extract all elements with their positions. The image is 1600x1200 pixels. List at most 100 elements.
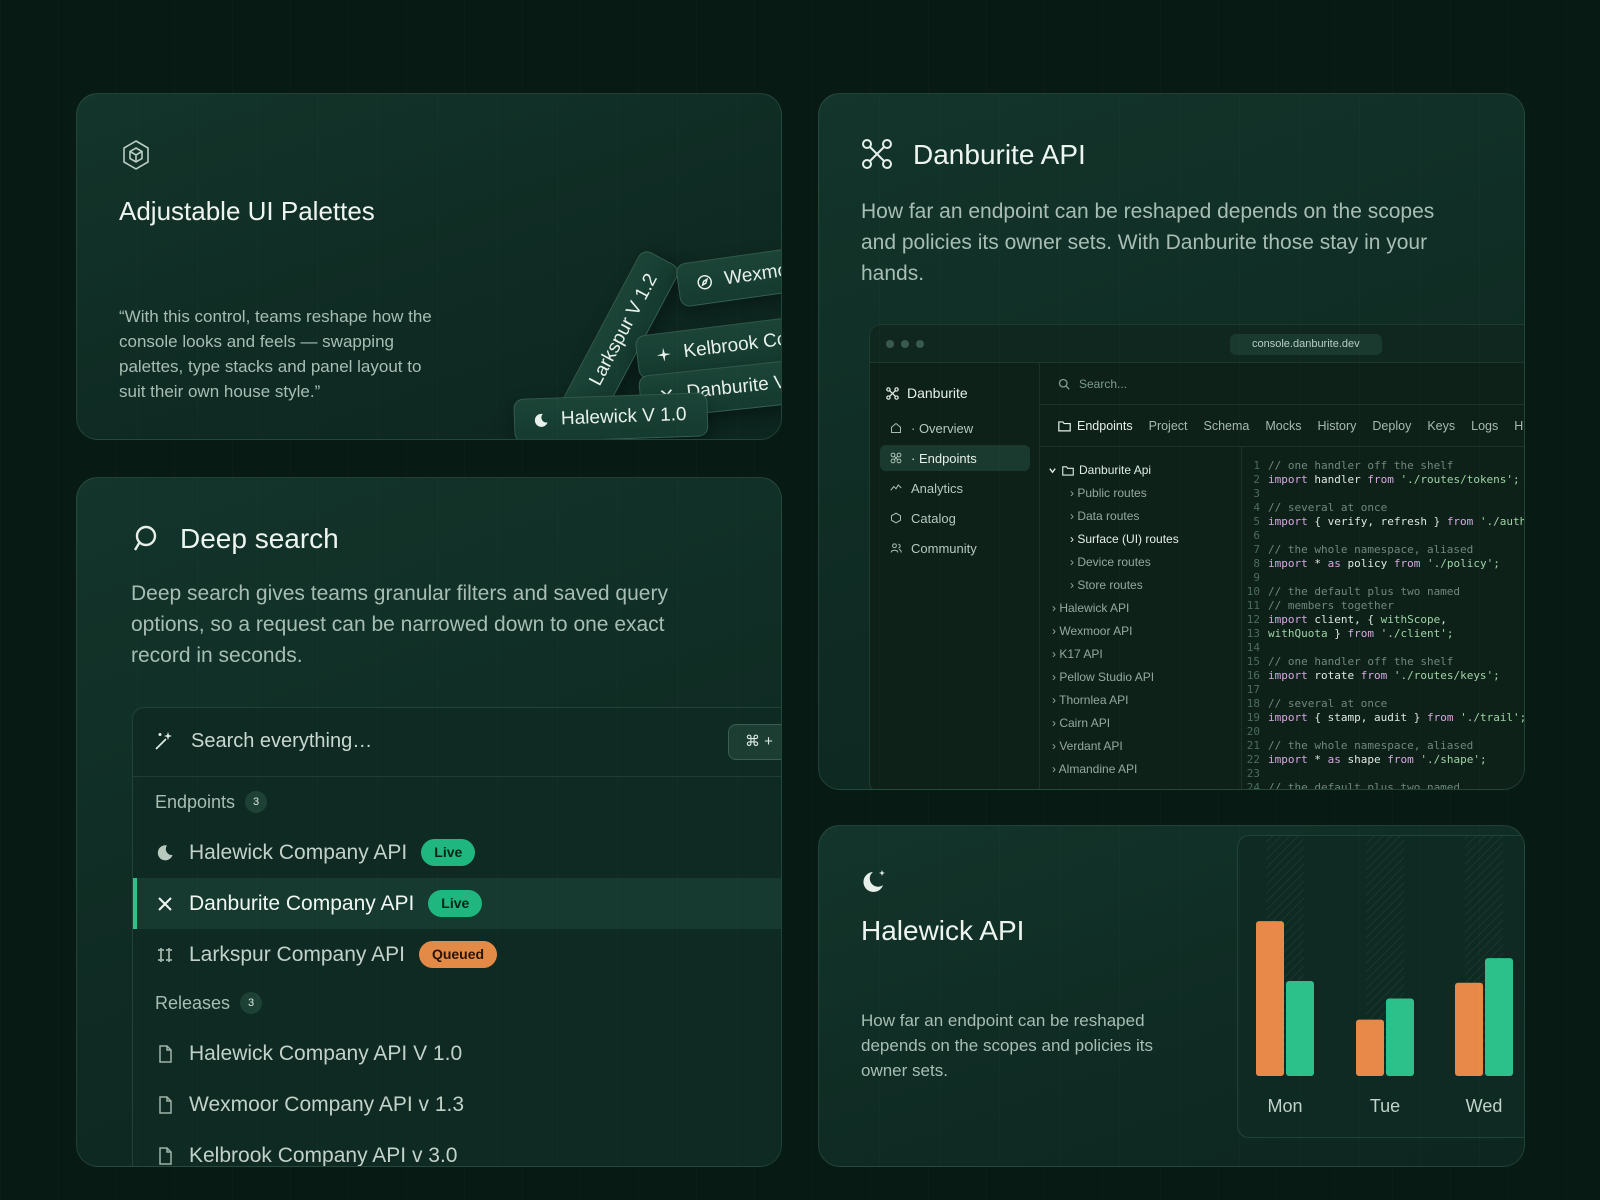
code-token: // the whole namespace, aliased xyxy=(1268,739,1474,752)
console-main: Search... Endpoints Project Schema Mocks His… xyxy=(1040,363,1524,789)
console-search-placeholder: Search... xyxy=(1079,376,1128,391)
command-icon xyxy=(862,139,892,169)
code-token: , xyxy=(1440,613,1447,626)
tree-sub-item[interactable]: › Device routes xyxy=(1040,551,1241,574)
sidebar-item-community[interactable]: Community xyxy=(880,535,1030,561)
palette-pill-halewick[interactable]: Halewick V 1.0 xyxy=(513,392,709,439)
tree-item-label: Thornlea API xyxy=(1059,693,1129,707)
search-result-item[interactable]: Kelbrook Company API v 3.0 xyxy=(133,1130,781,1166)
tree-item[interactable]: › Thornlea API xyxy=(1040,689,1241,712)
tab-deploy[interactable]: Deploy xyxy=(1372,419,1411,433)
close-x-icon xyxy=(158,896,172,911)
line-number: 19 xyxy=(1246,711,1260,724)
tab-schema[interactable]: Schema xyxy=(1204,419,1250,433)
bar-tue-series-2[interactable] xyxy=(1386,998,1414,1076)
users-icon xyxy=(890,543,902,553)
sidebar-item-label: · Endpoints xyxy=(911,450,977,466)
bar-wed-series-2[interactable] xyxy=(1485,958,1513,1076)
tree-sub-item[interactable]: › Public routes xyxy=(1040,482,1241,505)
folder-icon xyxy=(1058,420,1071,431)
search-result-item[interactable]: Halewick Company API Live xyxy=(133,827,781,878)
code-token: import xyxy=(1268,669,1315,682)
bar-mon-series-2[interactable] xyxy=(1286,980,1314,1076)
tree-item[interactable]: › Verdant API xyxy=(1040,735,1241,758)
console-url[interactable]: console.danburite.dev xyxy=(1230,334,1382,355)
code-token: from xyxy=(1360,669,1394,682)
halewick-title: Halewick API xyxy=(861,915,1025,946)
tree-root-item[interactable]: Danburite Api xyxy=(1040,459,1241,482)
search-result-item[interactable]: Larkspur Company API Queued xyxy=(133,929,781,980)
tab-keys[interactable]: Keys xyxy=(1427,419,1455,433)
console-window: console.danburite.dev Danburite · Overvi… xyxy=(869,324,1524,789)
line-number: 23 xyxy=(1246,767,1260,780)
tree-item[interactable]: › Wexmoor API xyxy=(1040,620,1241,643)
code-token: * xyxy=(1314,557,1328,570)
code-line: 4 // several at once xyxy=(1242,501,1524,515)
pill-label: Wexmoor xyxy=(723,257,782,290)
code-token: withScope xyxy=(1380,613,1441,626)
tab-logs[interactable]: Logs xyxy=(1471,419,1498,433)
search-icon xyxy=(1058,378,1070,390)
moon-icon xyxy=(534,413,548,427)
tree-sub-item[interactable]: › Data routes xyxy=(1040,505,1241,528)
palette-pill-wexmoor[interactable]: Wexmoor xyxy=(674,244,782,308)
tree-item[interactable]: › Cairn API xyxy=(1040,712,1241,735)
code-token: from xyxy=(1367,473,1401,486)
window-controls[interactable] xyxy=(886,340,924,348)
code-token: // one handler off the shelf xyxy=(1268,459,1454,472)
sidebar-item-label: Analytics xyxy=(911,480,964,496)
bar-wed-series-1[interactable] xyxy=(1455,982,1483,1076)
line-number: 20 xyxy=(1246,725,1260,738)
search-everything-input[interactable]: Search everything… ⌘ + xyxy=(133,708,781,777)
search-result-item[interactable]: Halewick Company API V 1.0 xyxy=(133,1028,781,1079)
home-icon xyxy=(890,422,902,434)
tree-sub-item[interactable]: › Store routes xyxy=(1040,574,1241,597)
sidebar-item-analytics[interactable]: Analytics xyxy=(880,475,1030,501)
line-number: 9 xyxy=(1253,571,1260,584)
shortcut-key-badge[interactable]: ⌘ + xyxy=(728,724,781,760)
tab-endpoints[interactable]: Endpoints xyxy=(1058,419,1133,433)
line-number: 21 xyxy=(1246,739,1260,752)
code-line: 20 xyxy=(1242,725,1524,739)
code-line: 22 import * as shape from './shape'; xyxy=(1242,753,1524,767)
group-label: Endpoints xyxy=(155,791,236,812)
code-token: // one handler off the shelf xyxy=(1268,655,1454,668)
pill-label: Halewick V 1.0 xyxy=(560,403,687,430)
code-editor[interactable]: 1 // one handler off the shelf 2 import han… xyxy=(1242,447,1524,789)
tab-mocks[interactable]: Mocks xyxy=(1265,419,1301,433)
sidebar-item-endpoints[interactable]: · Endpoints xyxy=(880,445,1030,471)
sidebar-item-catalog[interactable]: Catalog xyxy=(880,505,1030,531)
folder-icon xyxy=(1062,466,1074,476)
console-sidebar: Danburite · Overview · Endpoints Analytics… xyxy=(870,363,1040,789)
console-brand[interactable]: Danburite xyxy=(886,385,968,401)
search-result-item[interactable]: Wexmoor Company API v 1.3 xyxy=(133,1079,781,1130)
code-token: as xyxy=(1327,557,1348,570)
line-number: 10 xyxy=(1246,585,1260,598)
console-search-input[interactable]: Search... xyxy=(1040,363,1524,405)
code-line: 9 xyxy=(1242,571,1524,585)
bar-mon-series-1[interactable] xyxy=(1256,921,1284,1076)
tab-history[interactable]: History xyxy=(1318,419,1357,433)
bar-tue-series-1[interactable] xyxy=(1356,1019,1384,1076)
code-token: import xyxy=(1268,711,1315,724)
search-result-item[interactable]: Danburite Company API Live xyxy=(133,878,781,929)
tree-item-label: Halewick API xyxy=(1059,601,1130,615)
tree-sub-item[interactable]: › Surface (UI) routes xyxy=(1040,528,1241,551)
deep-search-description: Deep search gives teams granular filters… xyxy=(131,582,668,667)
deep-search-title: Deep search xyxy=(180,523,339,554)
tree-item[interactable]: › Pellow Studio API xyxy=(1040,666,1241,689)
sidebar-item-overview[interactable]: · Overview xyxy=(880,415,1030,441)
code-line: 15 // one handler off the shelf xyxy=(1242,655,1524,669)
code-line: 3 xyxy=(1242,487,1524,501)
tab-h[interactable]: H xyxy=(1514,419,1523,433)
magic-wand-icon xyxy=(155,732,172,750)
tree-item[interactable]: › Halewick API xyxy=(1040,597,1241,620)
tab-project[interactable]: Project xyxy=(1149,419,1188,433)
tree-item[interactable]: › K17 API xyxy=(1040,643,1241,666)
palettes-title: Adjustable UI Palettes xyxy=(119,196,375,226)
line-number: 1 xyxy=(1253,459,1260,472)
tree-item-label: Pellow Studio API xyxy=(1059,670,1155,684)
sparkle-icon xyxy=(656,347,671,362)
sidebar-item-label: · Overview xyxy=(911,420,974,436)
tree-item[interactable]: › Almandine API xyxy=(1040,758,1241,781)
